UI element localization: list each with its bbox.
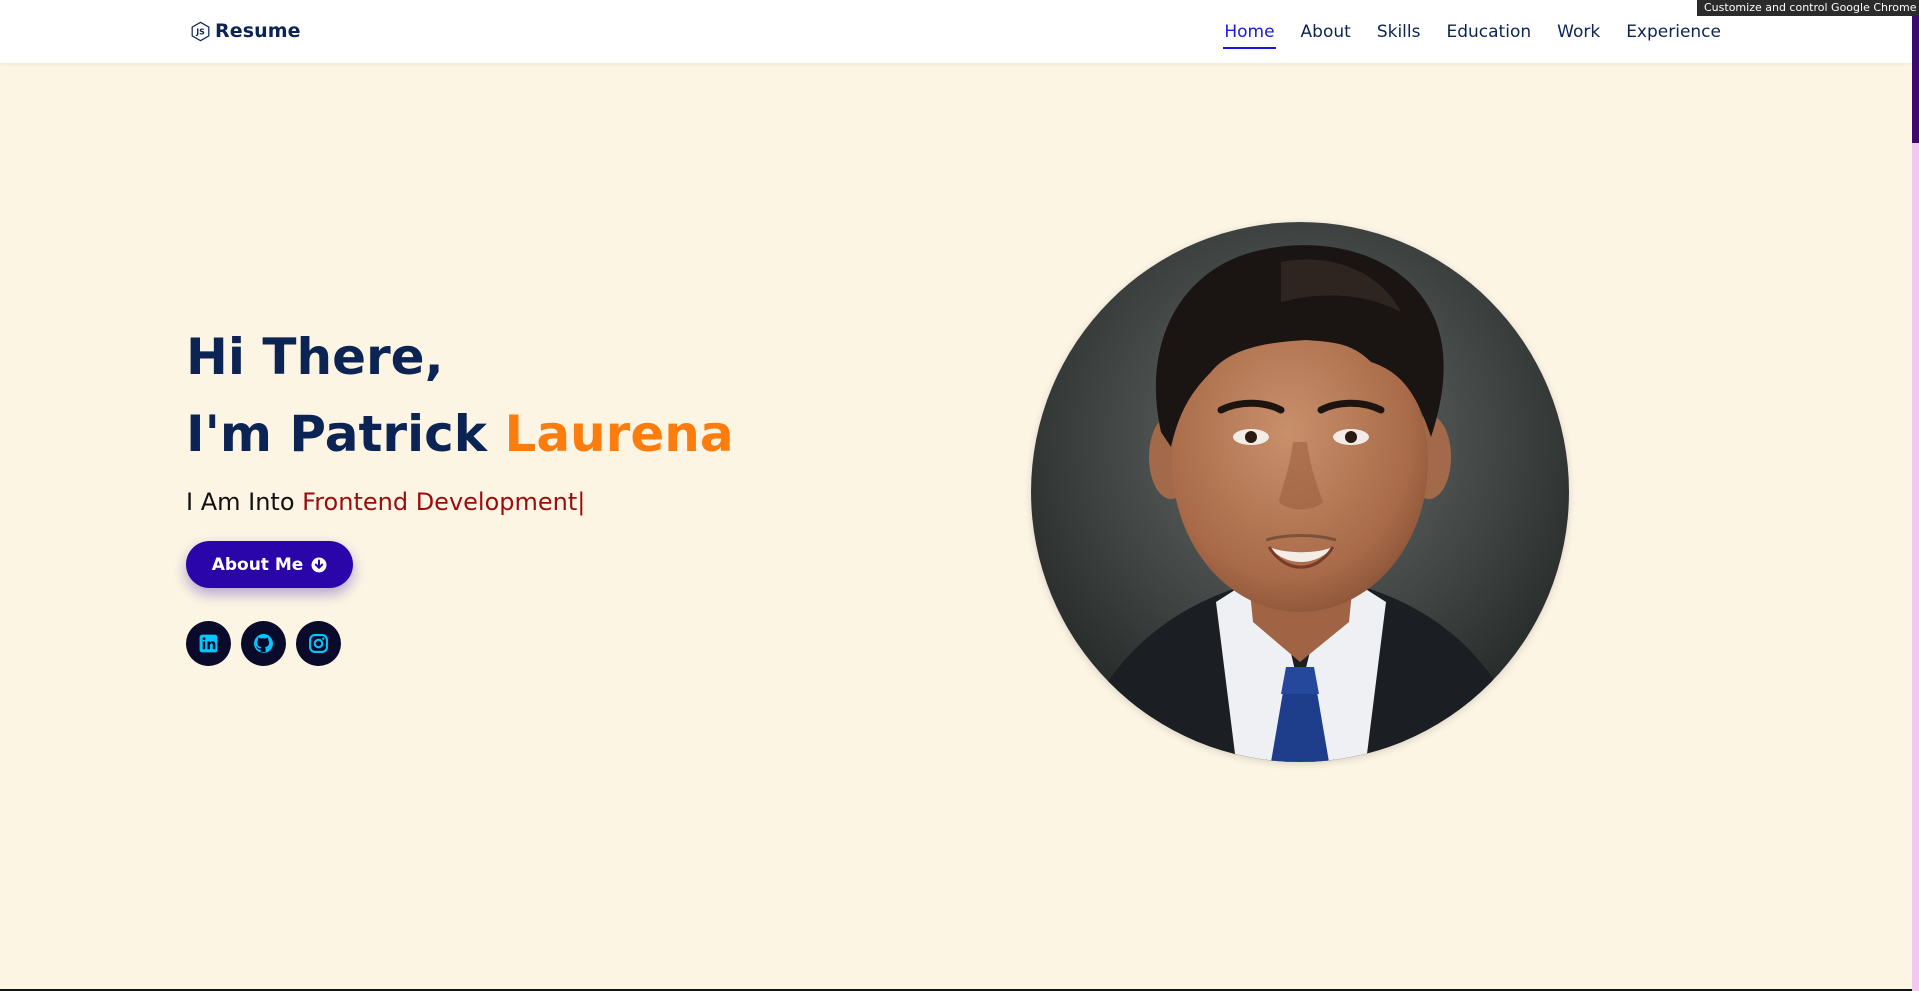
chrome-menu-tooltip: Customize and control Google Chrome [1697, 0, 1919, 16]
nav-work[interactable]: Work [1556, 18, 1601, 46]
nav-education[interactable]: Education [1445, 18, 1532, 46]
typed-text: Frontend Development [302, 488, 578, 516]
svg-text:JS: JS [195, 27, 205, 36]
nav-home[interactable]: Home [1223, 18, 1276, 49]
profile-photo [1031, 222, 1569, 762]
scrollbar-thumb[interactable] [1912, 0, 1919, 143]
instagram-icon [309, 634, 328, 653]
github-icon [254, 634, 273, 653]
instagram-link[interactable] [296, 621, 341, 666]
hero-name: I'm Patrick Laurena [186, 402, 734, 466]
tagline-prefix: I Am Into [186, 488, 295, 516]
navbar: JS Resume Home About Skills Education Wo… [0, 0, 1912, 63]
nav-skills[interactable]: Skills [1376, 18, 1422, 46]
scrollbar[interactable] [1912, 0, 1919, 991]
about-me-label: About Me [211, 554, 304, 575]
hero-tagline: I Am Into Frontend Development| [186, 485, 585, 519]
hero-name-first: I'm Patrick [186, 405, 488, 463]
linkedin-link[interactable] [186, 621, 231, 666]
hero-greeting: Hi There, [186, 328, 444, 386]
typing-caret: | [577, 488, 586, 516]
nav-about[interactable]: About [1300, 18, 1352, 46]
about-me-button[interactable]: About Me [186, 541, 353, 588]
node-js-icon: JS [191, 21, 210, 41]
github-link[interactable] [241, 621, 286, 666]
social-links [186, 621, 341, 666]
logo-link[interactable]: JS Resume [190, 18, 301, 44]
arrow-circle-down-icon [311, 557, 327, 572]
logo-text: Resume [215, 20, 301, 42]
linkedin-icon [199, 634, 218, 653]
profile-portrait-illustration [1031, 222, 1569, 762]
hero-name-last: Laurena [504, 405, 734, 463]
nav-experience[interactable]: Experience [1625, 18, 1722, 46]
main-nav: Home About Skills Education Work Experie… [1223, 0, 1722, 63]
